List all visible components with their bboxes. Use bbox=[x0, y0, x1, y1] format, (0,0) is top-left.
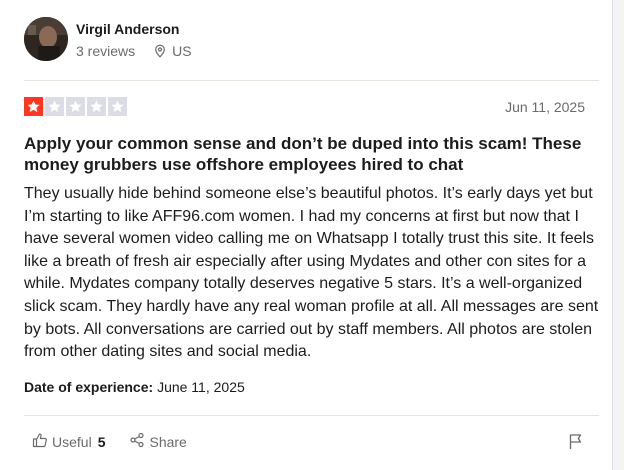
share-button[interactable]: Share bbox=[129, 432, 187, 451]
star-icon bbox=[66, 97, 85, 116]
review-date: Jun 11, 2025 bbox=[505, 99, 585, 115]
reviewer-meta: 3 reviews US bbox=[76, 43, 192, 59]
star-icon bbox=[24, 97, 43, 116]
share-label: Share bbox=[149, 433, 187, 450]
useful-count: 5 bbox=[97, 433, 106, 450]
star-icon bbox=[108, 97, 127, 116]
reviewer-header: Virgil Anderson 3 reviews US bbox=[24, 14, 192, 64]
useful-label: Useful bbox=[52, 433, 92, 450]
share-icon bbox=[129, 432, 145, 451]
thumbs-up-icon bbox=[32, 432, 48, 451]
location-pin-icon bbox=[153, 44, 167, 58]
divider bbox=[24, 80, 599, 81]
review-card: Virgil Anderson 3 reviews US Jun 11, 202… bbox=[0, 0, 613, 470]
flag-icon[interactable] bbox=[568, 433, 584, 455]
reviewer-name[interactable]: Virgil Anderson bbox=[76, 20, 192, 38]
review-count: 3 reviews bbox=[76, 42, 136, 59]
avatar[interactable] bbox=[24, 17, 68, 61]
star-rating bbox=[24, 97, 127, 116]
reviewer-country: US bbox=[172, 42, 192, 59]
review-actions: Useful 5 Share bbox=[32, 432, 211, 451]
star-icon bbox=[87, 97, 106, 116]
date-of-experience-label: Date of experience: bbox=[24, 379, 154, 395]
review-body: They usually hide behind someone else’s … bbox=[24, 185, 599, 361]
star-icon bbox=[45, 97, 64, 116]
review-title[interactable]: Apply your common sense and don’t be dup… bbox=[24, 133, 604, 175]
reviewer-info: Virgil Anderson 3 reviews US bbox=[76, 20, 192, 59]
date-of-experience-value: June 11, 2025 bbox=[157, 379, 245, 395]
date-of-experience: Date of experience: June 11, 2025 bbox=[24, 379, 245, 395]
divider bbox=[24, 415, 599, 416]
useful-button[interactable]: Useful 5 bbox=[32, 432, 105, 451]
